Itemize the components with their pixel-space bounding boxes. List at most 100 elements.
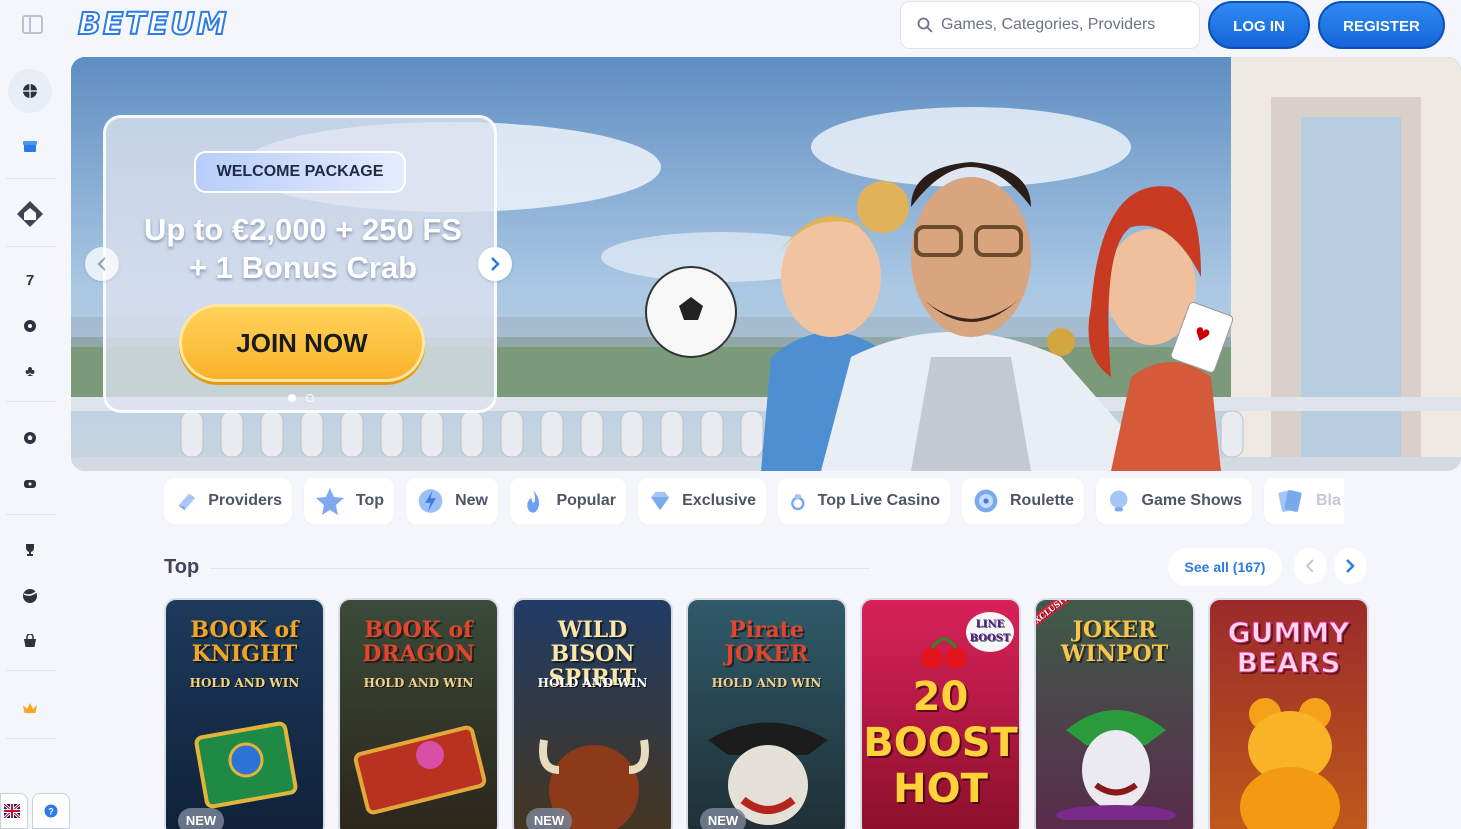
game-card[interactable]: Pirate JOKER HOLD AND WIN NEW (686, 598, 847, 829)
clubs-icon: ♣ (25, 362, 35, 380)
new-badge: NEW (526, 808, 572, 829)
sidebar-item-sports[interactable] (8, 69, 52, 113)
category-game-shows[interactable]: Game Shows (1096, 478, 1252, 524)
svg-text:?: ? (48, 807, 54, 817)
search-input[interactable] (941, 3, 1191, 47)
chevron-left-icon (1305, 559, 1314, 573)
category-label: Top (355, 492, 384, 509)
category-top-live-casino[interactable]: Top Live Casino (778, 478, 950, 524)
flame-icon (527, 490, 540, 513)
sidebar-item-esports[interactable] (8, 574, 52, 618)
category-label: Providers (208, 492, 282, 509)
game-subtitle: HOLD AND WIN (537, 676, 648, 690)
diamond-icon (651, 491, 670, 511)
sidebar-item-home[interactable] (8, 192, 52, 236)
slide-dot-1[interactable] (288, 394, 296, 402)
category-top[interactable]: Top (304, 478, 394, 524)
promo-title-line-2: + 1 Bonus Crab (188, 250, 418, 285)
game-subtitle: HOLD AND WIN (363, 676, 474, 690)
providers-icon (178, 493, 196, 511)
category-label: Exclusive (682, 492, 756, 509)
game-card[interactable]: 20 BOOST HOT LINE BOOST (860, 598, 1021, 829)
game-subtitle: HOLD AND WIN (711, 676, 822, 690)
sidebar-toggle-icon[interactable] (22, 15, 43, 34)
search-icon (917, 17, 933, 33)
game-card[interactable]: BOOK of KNIGHT HOLD AND WIN NEW (164, 598, 325, 829)
new-badge: NEW (178, 808, 224, 829)
game-art (1056, 710, 1176, 820)
cherry-icon (921, 637, 967, 669)
sidebar-item-football[interactable] (8, 416, 52, 460)
game-title: BOOK of DRAGON (362, 617, 475, 667)
vip-crown-icon (23, 703, 37, 713)
tennis-ball-icon (23, 589, 37, 603)
trophy-icon (26, 544, 34, 556)
game-art (353, 725, 487, 815)
roulette-icon (24, 320, 36, 332)
category-label: New (455, 492, 488, 509)
shop-bag-icon (24, 634, 36, 647)
sidebar-item-slots[interactable]: 7 (8, 258, 52, 302)
game-title: JOKER WINPOT (1060, 617, 1169, 667)
gift-icon (23, 141, 37, 152)
chevron-right-icon (491, 257, 500, 271)
help-button[interactable]: ? (32, 793, 70, 829)
ring-icon (791, 494, 805, 511)
sidebar-item-tournaments[interactable] (8, 528, 52, 572)
category-label: Top Live Casino (817, 492, 940, 509)
promo-title: Up to €2,000 + 250 FS + 1 Bonus Crab (106, 211, 500, 287)
welcome-package-badge: WELCOME PACKAGE (194, 151, 406, 193)
sidebar-item-table-games[interactable]: ♣ (8, 349, 52, 393)
blackjack-icon (1278, 490, 1302, 512)
logo-text: BETEUM (77, 7, 229, 42)
hero-next-button[interactable] (478, 247, 512, 281)
category-popular[interactable]: Popular (510, 478, 626, 524)
help-icon: ? (44, 804, 58, 818)
game-title: Pirate JOKER (724, 617, 809, 667)
logo[interactable]: BETEUM (77, 7, 260, 42)
game-subtitle: HOLD AND WIN (189, 676, 300, 690)
category-bar: Providers Top New Popular Exclusive Top … (164, 478, 1344, 524)
hero-banner[interactable]: ♥ WELCOME PACKAGE Up to €2,000 + 250 FS … (71, 57, 1461, 471)
language-selector[interactable] (0, 793, 28, 829)
promo-title-line-1: Up to €2,000 + 250 FS (144, 212, 462, 247)
game-title: 20 BOOST HOT (863, 674, 1018, 812)
category-label: Bla (1316, 492, 1341, 509)
see-all-button[interactable]: See all (167) (1168, 548, 1282, 586)
category-label: Roulette (1010, 492, 1074, 509)
game-card[interactable]: BOOK of DRAGON HOLD AND WIN (338, 598, 499, 829)
category-blackjack[interactable]: Bla (1264, 478, 1344, 524)
left-sidebar: 7 ♣ ? (0, 52, 70, 829)
slide-dot-2[interactable] (306, 394, 314, 402)
game-card[interactable]: JOKER WINPOT EXCLUSIVE (1034, 598, 1195, 829)
search-box[interactable] (900, 1, 1200, 49)
lightning-icon (418, 489, 443, 513)
sidebar-item-shop[interactable] (8, 619, 52, 663)
join-now-button[interactable]: JOIN NOW (179, 304, 425, 382)
login-button[interactable]: LOG IN (1208, 1, 1310, 49)
carousel-prev-button[interactable] (1294, 548, 1326, 584)
games-carousel: BOOK of KNIGHT HOLD AND WIN NEW BOOK of … (164, 598, 1374, 829)
category-providers[interactable]: Providers (164, 478, 292, 524)
section-divider (210, 568, 870, 569)
game-card[interactable]: GUMMY BEARS (1208, 598, 1369, 829)
sports-ball-icon (23, 84, 37, 98)
promo-card: WELCOME PACKAGE Up to €2,000 + 250 FS + … (103, 115, 497, 413)
category-exclusive[interactable]: Exclusive (638, 478, 766, 524)
category-roulette[interactable]: Roulette (962, 478, 1084, 524)
game-title: GUMMY BEARS (1227, 616, 1350, 679)
category-new[interactable]: New (406, 478, 498, 524)
gb-flag-icon (4, 804, 20, 818)
sidebar-item-promotions[interactable] (8, 124, 52, 168)
sidebar-item-vip[interactable] (8, 686, 52, 730)
sidebar-item-live[interactable] (8, 462, 52, 506)
game-card[interactable]: WILD BISON SPIRIT HOLD AND WIN NEW (512, 598, 673, 829)
top-header: BETEUM LOG IN REGISTER (0, 0, 1461, 52)
new-badge: NEW (700, 808, 746, 829)
register-button[interactable]: REGISTER (1318, 1, 1445, 49)
chevron-left-icon (97, 257, 106, 271)
casino-app: BETEUM LOG IN REGISTER 7 ♣ (0, 0, 1461, 829)
carousel-next-button[interactable] (1334, 548, 1366, 584)
sidebar-item-roulette[interactable] (8, 304, 52, 348)
hero-prev-button[interactable] (85, 247, 119, 281)
